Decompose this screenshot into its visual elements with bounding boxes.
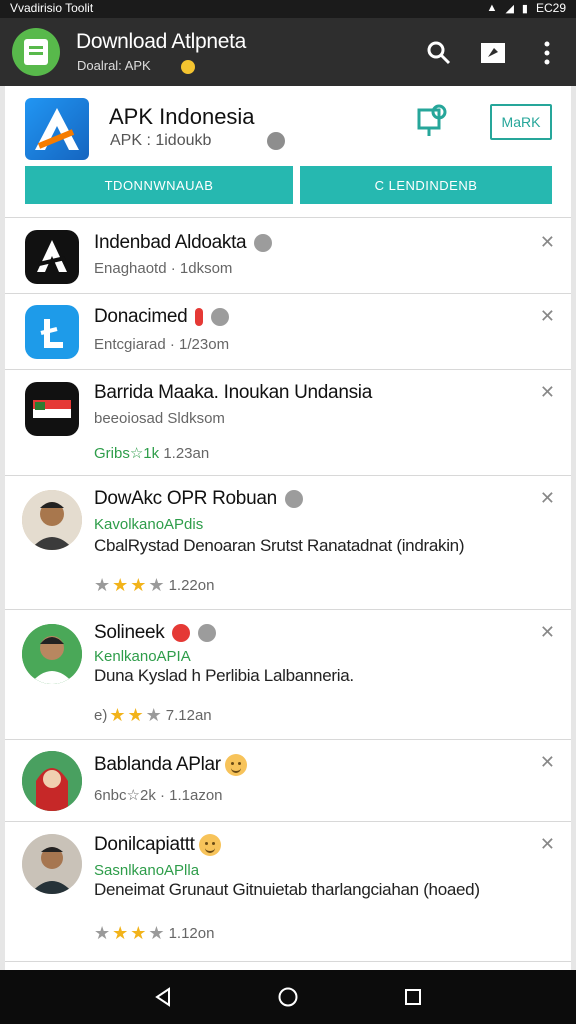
star-icon: ★ [130, 923, 147, 943]
app-bar: Download Atlpneta Doalral: APK [0, 18, 576, 86]
recents-icon[interactable] [398, 982, 428, 1012]
home-icon[interactable] [273, 982, 303, 1012]
status-time: EC29 [535, 1, 566, 15]
back-icon[interactable] [148, 982, 178, 1012]
verified-icon [211, 307, 230, 326]
star-icon: ★ [148, 575, 165, 595]
smile-emoji-icon [198, 834, 221, 856]
item-meta: Enaghaotd · 1dksom [94, 260, 233, 277]
item-rating: ★ ★ ★ ★ 1.12on [94, 923, 215, 943]
more-menu-icon[interactable] [532, 38, 562, 68]
alert-icon [195, 307, 204, 326]
list-item[interactable]: Donilcapiattt SasnlkanoAPlla Deneimat Gr… [5, 822, 571, 962]
avatar [22, 834, 82, 894]
mark-button[interactable]: MaRK [490, 104, 552, 140]
star-icon: ★ [94, 575, 111, 595]
close-icon[interactable]: ✕ [540, 306, 555, 327]
list-item[interactable]: Indenbad Aldoakta Enaghaotd · 1dksom ✕ [5, 220, 571, 294]
battery-icon: ▮ [521, 2, 528, 15]
a-logo-icon [25, 230, 79, 284]
close-icon[interactable]: ✕ [540, 232, 555, 253]
item-description: Deneimat Grunaut Gitnuietab tharlangciah… [94, 880, 480, 899]
apk-indonesia-logo-icon [25, 98, 89, 160]
trending-button[interactable]: C LENDINDENB [300, 166, 552, 204]
star-icon: ★ [130, 575, 147, 595]
star-icon: ★ [145, 705, 162, 725]
verified-icon [284, 489, 303, 508]
featured-app-card[interactable]: APK Indonesia APK : 1idoukb MaRK TDONNWN… [5, 86, 571, 218]
item-title: Indenbad Aldoakta [94, 232, 273, 254]
list-item[interactable]: Donacimed Entcgiarad · 1/23om ✕ [5, 294, 571, 370]
search-icon[interactable] [424, 38, 454, 68]
settings-icon[interactable] [413, 102, 449, 138]
item-rating: e) ★ ★ ★ 7.12an [94, 705, 212, 725]
status-dot-icon [180, 59, 195, 74]
list-item[interactable]: Solineek KenlkanoAPIA Duna Kyslad h Perl… [5, 610, 571, 740]
close-icon[interactable]: ✕ [540, 382, 555, 403]
flag-app-icon [25, 382, 79, 436]
item-title: DowAkc OPR Robuan [94, 488, 303, 510]
avatar [22, 751, 82, 811]
download-button[interactable]: TDONNWNAUAB [25, 166, 293, 204]
star-icon: ★ [148, 923, 165, 943]
star-icon: ★ [112, 923, 129, 943]
content-panel: APK Indonesia APK : 1idoukb MaRK TDONNWN… [5, 86, 571, 970]
alert-icon [172, 623, 191, 642]
featured-app-subtitle: APK : 1idoukb [110, 132, 286, 150]
close-icon[interactable]: ✕ [540, 834, 555, 855]
item-rating: ★ ★ ★ ★ 1.22on [94, 575, 215, 595]
list-item[interactable]: Barrida Maaka. Inoukan Undansia beeoiosa… [5, 370, 571, 476]
app-list: Indenbad Aldoakta Enaghaotd · 1dksom ✕ D… [5, 220, 571, 962]
avatar [22, 490, 82, 550]
star-icon: ★ [94, 923, 111, 943]
signal-icon: ◢ [505, 2, 514, 15]
app-logo-icon [12, 28, 60, 76]
star-icon: ★ [109, 705, 126, 725]
wifi-icon: ▲ [486, 2, 498, 14]
close-icon[interactable]: ✕ [540, 488, 555, 509]
item-meta: Entcgiarad · 1/23om [94, 336, 230, 353]
smile-emoji-icon [224, 754, 247, 776]
item-publisher: SasnlkanoAPlla [94, 862, 200, 879]
item-publisher: KenlkanoAPIA [94, 648, 191, 665]
blue-l-icon [25, 305, 79, 359]
item-description: CbalRystad Denoaran Srutst Ranatadnat (i… [94, 536, 465, 555]
item-title: Solineek [94, 622, 217, 644]
app-subtitle: Doalral: APK [77, 58, 195, 74]
item-description: Duna Kyslad h Perlibia Lalbanneria. [94, 666, 354, 685]
item-meta: beeoiosad Sldksom [94, 410, 225, 427]
star-icon: ★ [127, 705, 144, 725]
avatar [22, 624, 82, 684]
item-title: Donilcapiattt [94, 834, 221, 856]
item-title: Bablanda APlar [94, 754, 247, 776]
close-icon[interactable]: ✕ [540, 752, 555, 773]
close-icon[interactable]: ✕ [540, 622, 555, 643]
status-bar-text: Vvadirisio Toolit [10, 1, 94, 15]
status-bar: Vvadirisio Toolit ▲ ◢ ▮ EC29 [0, 0, 576, 18]
verified-icon [198, 623, 217, 642]
item-downloads: Gribs☆1k 1.23an [94, 445, 210, 462]
featured-app-title: APK Indonesia [109, 104, 255, 129]
info-icon [267, 132, 286, 150]
verified-icon [254, 233, 273, 252]
item-publisher: KavolkanoAPdis [94, 516, 204, 533]
app-title: Download Atlpneta [76, 30, 247, 53]
navigation-bar [0, 970, 576, 1024]
tag-icon[interactable] [478, 38, 508, 68]
list-item[interactable]: DowAkc OPR Robuan KavolkanoAPdis CbalRys… [5, 476, 571, 610]
item-title: Donacimed [94, 306, 230, 328]
list-item[interactable]: Bablanda APlar 6nbc☆2k · 1.1azon ✕ [5, 740, 571, 822]
item-meta: 6nbc☆2k · 1.1azon [94, 787, 223, 804]
star-icon: ★ [112, 575, 129, 595]
item-title: Barrida Maaka. Inoukan Undansia [94, 382, 372, 403]
